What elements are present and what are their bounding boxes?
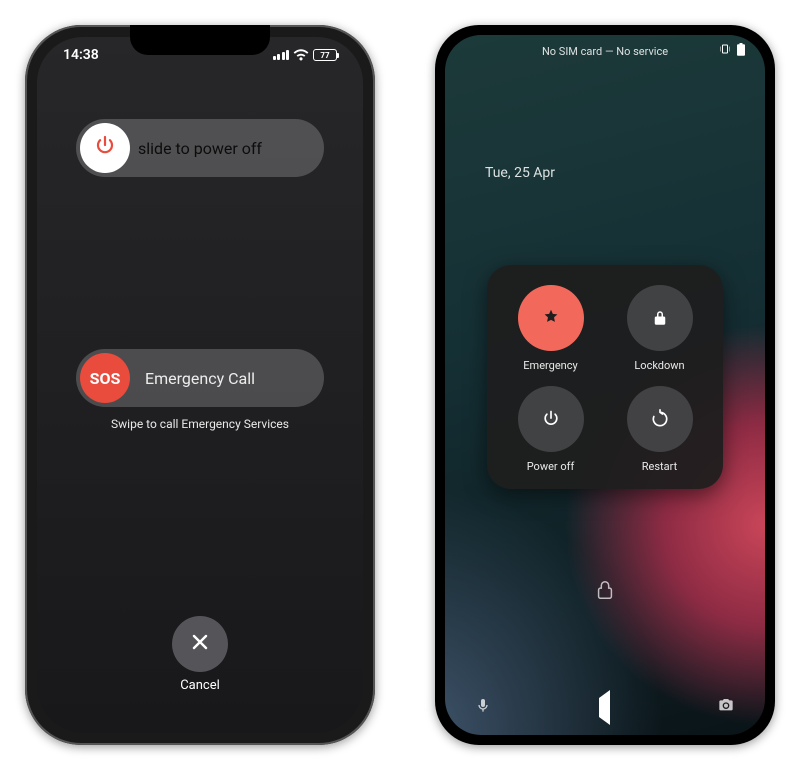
emergency-call-slider-label: Emergency Call (80, 369, 320, 388)
lockscreen-date: Tue, 25 Apr (485, 165, 555, 181)
close-icon (189, 631, 211, 657)
battery-icon (737, 43, 745, 59)
android-nav-bar (445, 697, 765, 717)
power-menu-lockdown-label: Lockdown (634, 359, 684, 372)
iphone-power-off-overlay: slide to power off SOS Emergency Call Sw… (37, 107, 363, 713)
android-status-bar: No SIM card — No service (445, 43, 765, 59)
cellular-signal-icon (273, 50, 290, 60)
power-menu-lockdown[interactable]: Lockdown (612, 285, 707, 372)
mic-icon[interactable] (475, 697, 491, 717)
android-device-frame: No SIM card — No service Tue, 25 Apr Eme… (435, 25, 775, 745)
iphone-clock: 14:38 (63, 47, 99, 63)
power-off-slider[interactable]: slide to power off (76, 119, 324, 177)
camera-icon[interactable] (717, 697, 735, 717)
iphone-notch (130, 25, 270, 55)
power-menu: Emergency Lockdown Power off Restart (487, 265, 723, 489)
cancel-button-label: Cancel (180, 678, 220, 693)
lockscreen-lock-icon[interactable] (594, 579, 616, 605)
power-menu-power-off-label: Power off (527, 460, 575, 473)
battery-icon: 77 (313, 49, 337, 61)
power-menu-restart-label: Restart (642, 460, 677, 473)
power-menu-emergency[interactable]: Emergency (503, 285, 598, 372)
emergency-icon (518, 285, 584, 351)
power-off-slider-label: slide to power off (80, 139, 320, 158)
vibrate-icon (719, 43, 731, 59)
emergency-call-hint: Swipe to call Emergency Services (111, 417, 289, 431)
iphone-screen: 14:38 77 slide to po (37, 37, 363, 733)
android-screen: No SIM card — No service Tue, 25 Apr Eme… (445, 35, 765, 735)
battery-percent: 77 (320, 51, 329, 60)
android-sim-status: No SIM card — No service (535, 45, 675, 58)
lockdown-icon (627, 285, 693, 351)
nav-back-button[interactable] (599, 698, 610, 717)
iphone-device-frame: 14:38 77 slide to po (25, 25, 375, 745)
wifi-icon (293, 49, 309, 61)
cancel-button[interactable] (172, 616, 228, 672)
power-off-icon (518, 386, 584, 452)
power-menu-power-off[interactable]: Power off (503, 386, 598, 473)
emergency-call-slider[interactable]: SOS Emergency Call (76, 349, 324, 407)
restart-icon (627, 386, 693, 452)
power-menu-restart[interactable]: Restart (612, 386, 707, 473)
iphone-status-right: 77 (273, 49, 338, 61)
power-menu-emergency-label: Emergency (523, 359, 577, 372)
